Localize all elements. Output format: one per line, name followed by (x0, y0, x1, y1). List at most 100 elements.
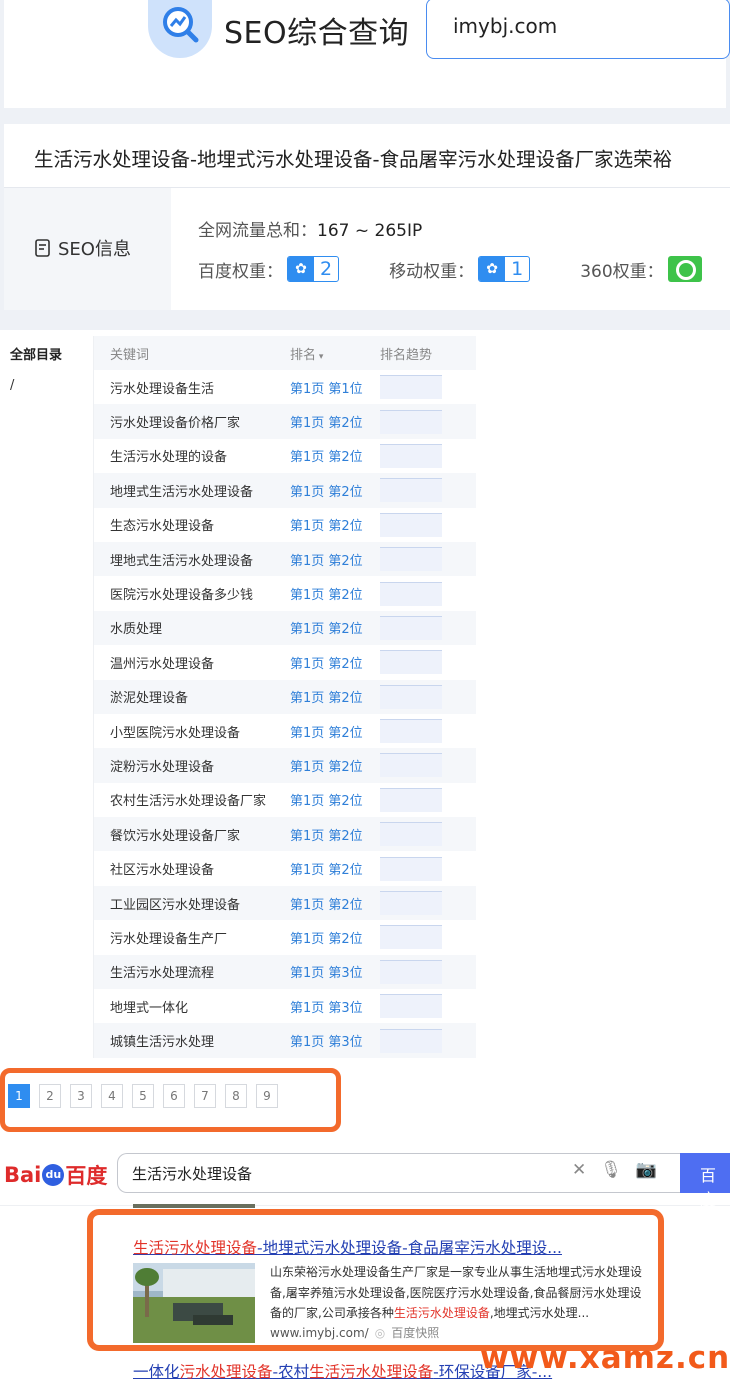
rank-cell[interactable]: 第1页 第2位 (274, 756, 380, 775)
domain-input[interactable]: imybj.com (426, 0, 730, 59)
baidu-weight-label: 百度权重： (198, 261, 283, 282)
trend-sparkline[interactable] (380, 409, 442, 434)
trend-cell (380, 787, 476, 812)
trend-cell (380, 547, 476, 572)
directory-root[interactable]: / (10, 378, 14, 393)
table-row: 温州污水处理设备 第1页 第2位 (94, 645, 476, 679)
rank-cell[interactable]: 第1页 第1位 (274, 378, 380, 397)
trend-sparkline[interactable] (380, 443, 442, 468)
trend-sparkline[interactable] (380, 684, 442, 709)
keyword-cell[interactable]: 生活污水处理流程 (94, 962, 274, 981)
baidu-logo-left: Bai (4, 1163, 42, 1187)
keyword-cell[interactable]: 生活污水处理的设备 (94, 446, 274, 465)
trend-sparkline[interactable] (380, 512, 442, 537)
mobile-paw-icon: ✿ (479, 257, 506, 281)
rank-cell[interactable]: 第1页 第2位 (274, 928, 380, 947)
trend-sparkline[interactable] (380, 959, 442, 984)
rank-cell[interactable]: 第1页 第2位 (274, 790, 380, 809)
360-logo-icon[interactable] (667, 256, 702, 282)
table-row: 生活污水处理流程 第1页 第3位 (94, 954, 476, 990)
keyword-cell[interactable]: 餐饮污水处理设备厂家 (94, 825, 274, 844)
trend-cell (380, 443, 476, 468)
camera-icon[interactable]: 📷 (636, 1160, 657, 1180)
keyword-cell[interactable]: 生态污水处理设备 (94, 515, 274, 534)
trend-sparkline[interactable] (380, 925, 442, 950)
keyword-cell[interactable]: 医院污水处理设备多少钱 (94, 584, 274, 603)
table-row: 水质处理 第1页 第2位 (94, 610, 476, 646)
rank-cell[interactable]: 第1页 第3位 (274, 997, 380, 1016)
rank-cell[interactable]: 第1页 第2位 (274, 481, 380, 500)
trend-sparkline[interactable] (380, 478, 442, 503)
keyword-cell[interactable]: 工业园区污水处理设备 (94, 894, 274, 913)
baidu-weight: 百度权重： ✿ 2 (198, 256, 340, 282)
trend-cell (380, 719, 476, 744)
keyword-cell[interactable]: 温州污水处理设备 (94, 653, 274, 672)
keyword-cell[interactable]: 污水处理设备生产厂 (94, 928, 274, 947)
rank-cell[interactable]: 第1页 第2位 (274, 894, 380, 913)
keyword-cell[interactable]: 地埋式生活污水处理设备 (94, 481, 274, 500)
rank-cell[interactable]: 第1页 第3位 (274, 962, 380, 981)
baidu-search-button[interactable]: 百度 (680, 1153, 730, 1209)
section-divider (0, 310, 730, 330)
keyword-cell[interactable]: 农村生活污水处理设备厂家 (94, 790, 274, 809)
r2-part4: 生活污水处理设备 (309, 1363, 434, 1381)
baidu-logo[interactable]: Bai du 百度 (4, 1160, 107, 1190)
table-row: 社区污水处理设备 第1页 第2位 (94, 851, 476, 885)
keyword-cell[interactable]: 小型医院污水处理设备 (94, 722, 274, 741)
keyword-cell[interactable]: 水质处理 (94, 618, 274, 637)
rank-cell[interactable]: 第1页 第2位 (274, 825, 380, 844)
trend-sparkline[interactable] (380, 1028, 442, 1053)
baidu-weight-value: 2 (320, 258, 333, 280)
trend-sparkline[interactable] (380, 615, 442, 640)
keyword-table: 关键词 排名 ▾ 排名趋势 污水处理设备生活 第1页 第1位 污水处理设备价格厂家第… (94, 336, 476, 1058)
trend-sparkline[interactable] (380, 994, 442, 1019)
trend-cell (380, 822, 476, 847)
table-row: 生活污水处理的设备 第1页 第2位 (94, 439, 476, 473)
rank-cell[interactable]: 第1页 第2位 (274, 618, 380, 637)
trend-sparkline[interactable] (380, 375, 442, 400)
keyword-cell[interactable]: 污水处理设备价格厂家 (94, 412, 274, 431)
rank-cell[interactable]: 第1页 第2位 (274, 550, 380, 569)
clear-icon[interactable]: ✕ (572, 1160, 586, 1180)
rank-cell[interactable]: 第1页 第2位 (274, 859, 380, 878)
watermark: www.xamz.cn (480, 1340, 730, 1376)
voice-icon[interactable]: 🎙 (600, 1160, 622, 1180)
weight-row: 百度权重： ✿ 2 移动权重： ✿ 1 360权重： (198, 255, 730, 283)
keyword-cell[interactable]: 地埋式一体化 (94, 997, 274, 1016)
trend-sparkline[interactable] (380, 891, 442, 916)
trend-cell (380, 650, 476, 675)
trend-sparkline[interactable] (380, 856, 442, 881)
trend-sparkline[interactable] (380, 581, 442, 606)
trend-sparkline[interactable] (380, 650, 442, 675)
trend-cell (380, 615, 476, 640)
r2-part2: 污水处理设备 (179, 1363, 273, 1381)
weight-360: 360权重： (580, 256, 702, 282)
directory-all[interactable]: 全部目录 (10, 344, 62, 363)
rank-cell[interactable]: 第1页 第2位 (274, 515, 380, 534)
keyword-cell[interactable]: 淤泥处理设备 (94, 687, 274, 706)
keyword-cell[interactable]: 城镇生活污水处理 (94, 1031, 274, 1050)
rank-cell[interactable]: 第1页 第2位 (274, 412, 380, 431)
mobile-weight-value: 1 (511, 258, 524, 280)
baidu-weight-badge[interactable]: ✿ 2 (287, 256, 340, 282)
site-title: 生活污水处理设备-地埋式污水处理设备-食品屠宰污水处理设备厂家选荣裕 (34, 148, 673, 171)
rank-cell[interactable]: 第1页 第2位 (274, 722, 380, 741)
col-rank[interactable]: 排名 ▾ (274, 344, 380, 363)
table-row: 污水处理设备价格厂家 第1页 第2位 (94, 404, 476, 439)
rank-cell[interactable]: 第1页 第2位 (274, 653, 380, 672)
keyword-cell[interactable]: 污水处理设备生活 (94, 378, 274, 397)
rank-cell[interactable]: 第1页 第2位 (274, 687, 380, 706)
rank-cell[interactable]: 第1页 第3位 (274, 1031, 380, 1050)
trend-sparkline[interactable] (380, 822, 442, 847)
keyword-cell[interactable]: 社区污水处理设备 (94, 859, 274, 878)
rank-cell[interactable]: 第1页 第2位 (274, 584, 380, 603)
trend-sparkline[interactable] (380, 787, 442, 812)
keyword-cell[interactable]: 淀粉污水处理设备 (94, 756, 274, 775)
keyword-cell[interactable]: 埋地式生活污水处理设备 (94, 550, 274, 569)
trend-sparkline[interactable] (380, 547, 442, 572)
rank-cell[interactable]: 第1页 第2位 (274, 446, 380, 465)
table-row: 工业园区污水处理设备 第1页 第2位 (94, 885, 476, 921)
trend-sparkline[interactable] (380, 719, 442, 744)
trend-sparkline[interactable] (380, 753, 442, 778)
mobile-weight-badge[interactable]: ✿ 1 (478, 256, 531, 282)
